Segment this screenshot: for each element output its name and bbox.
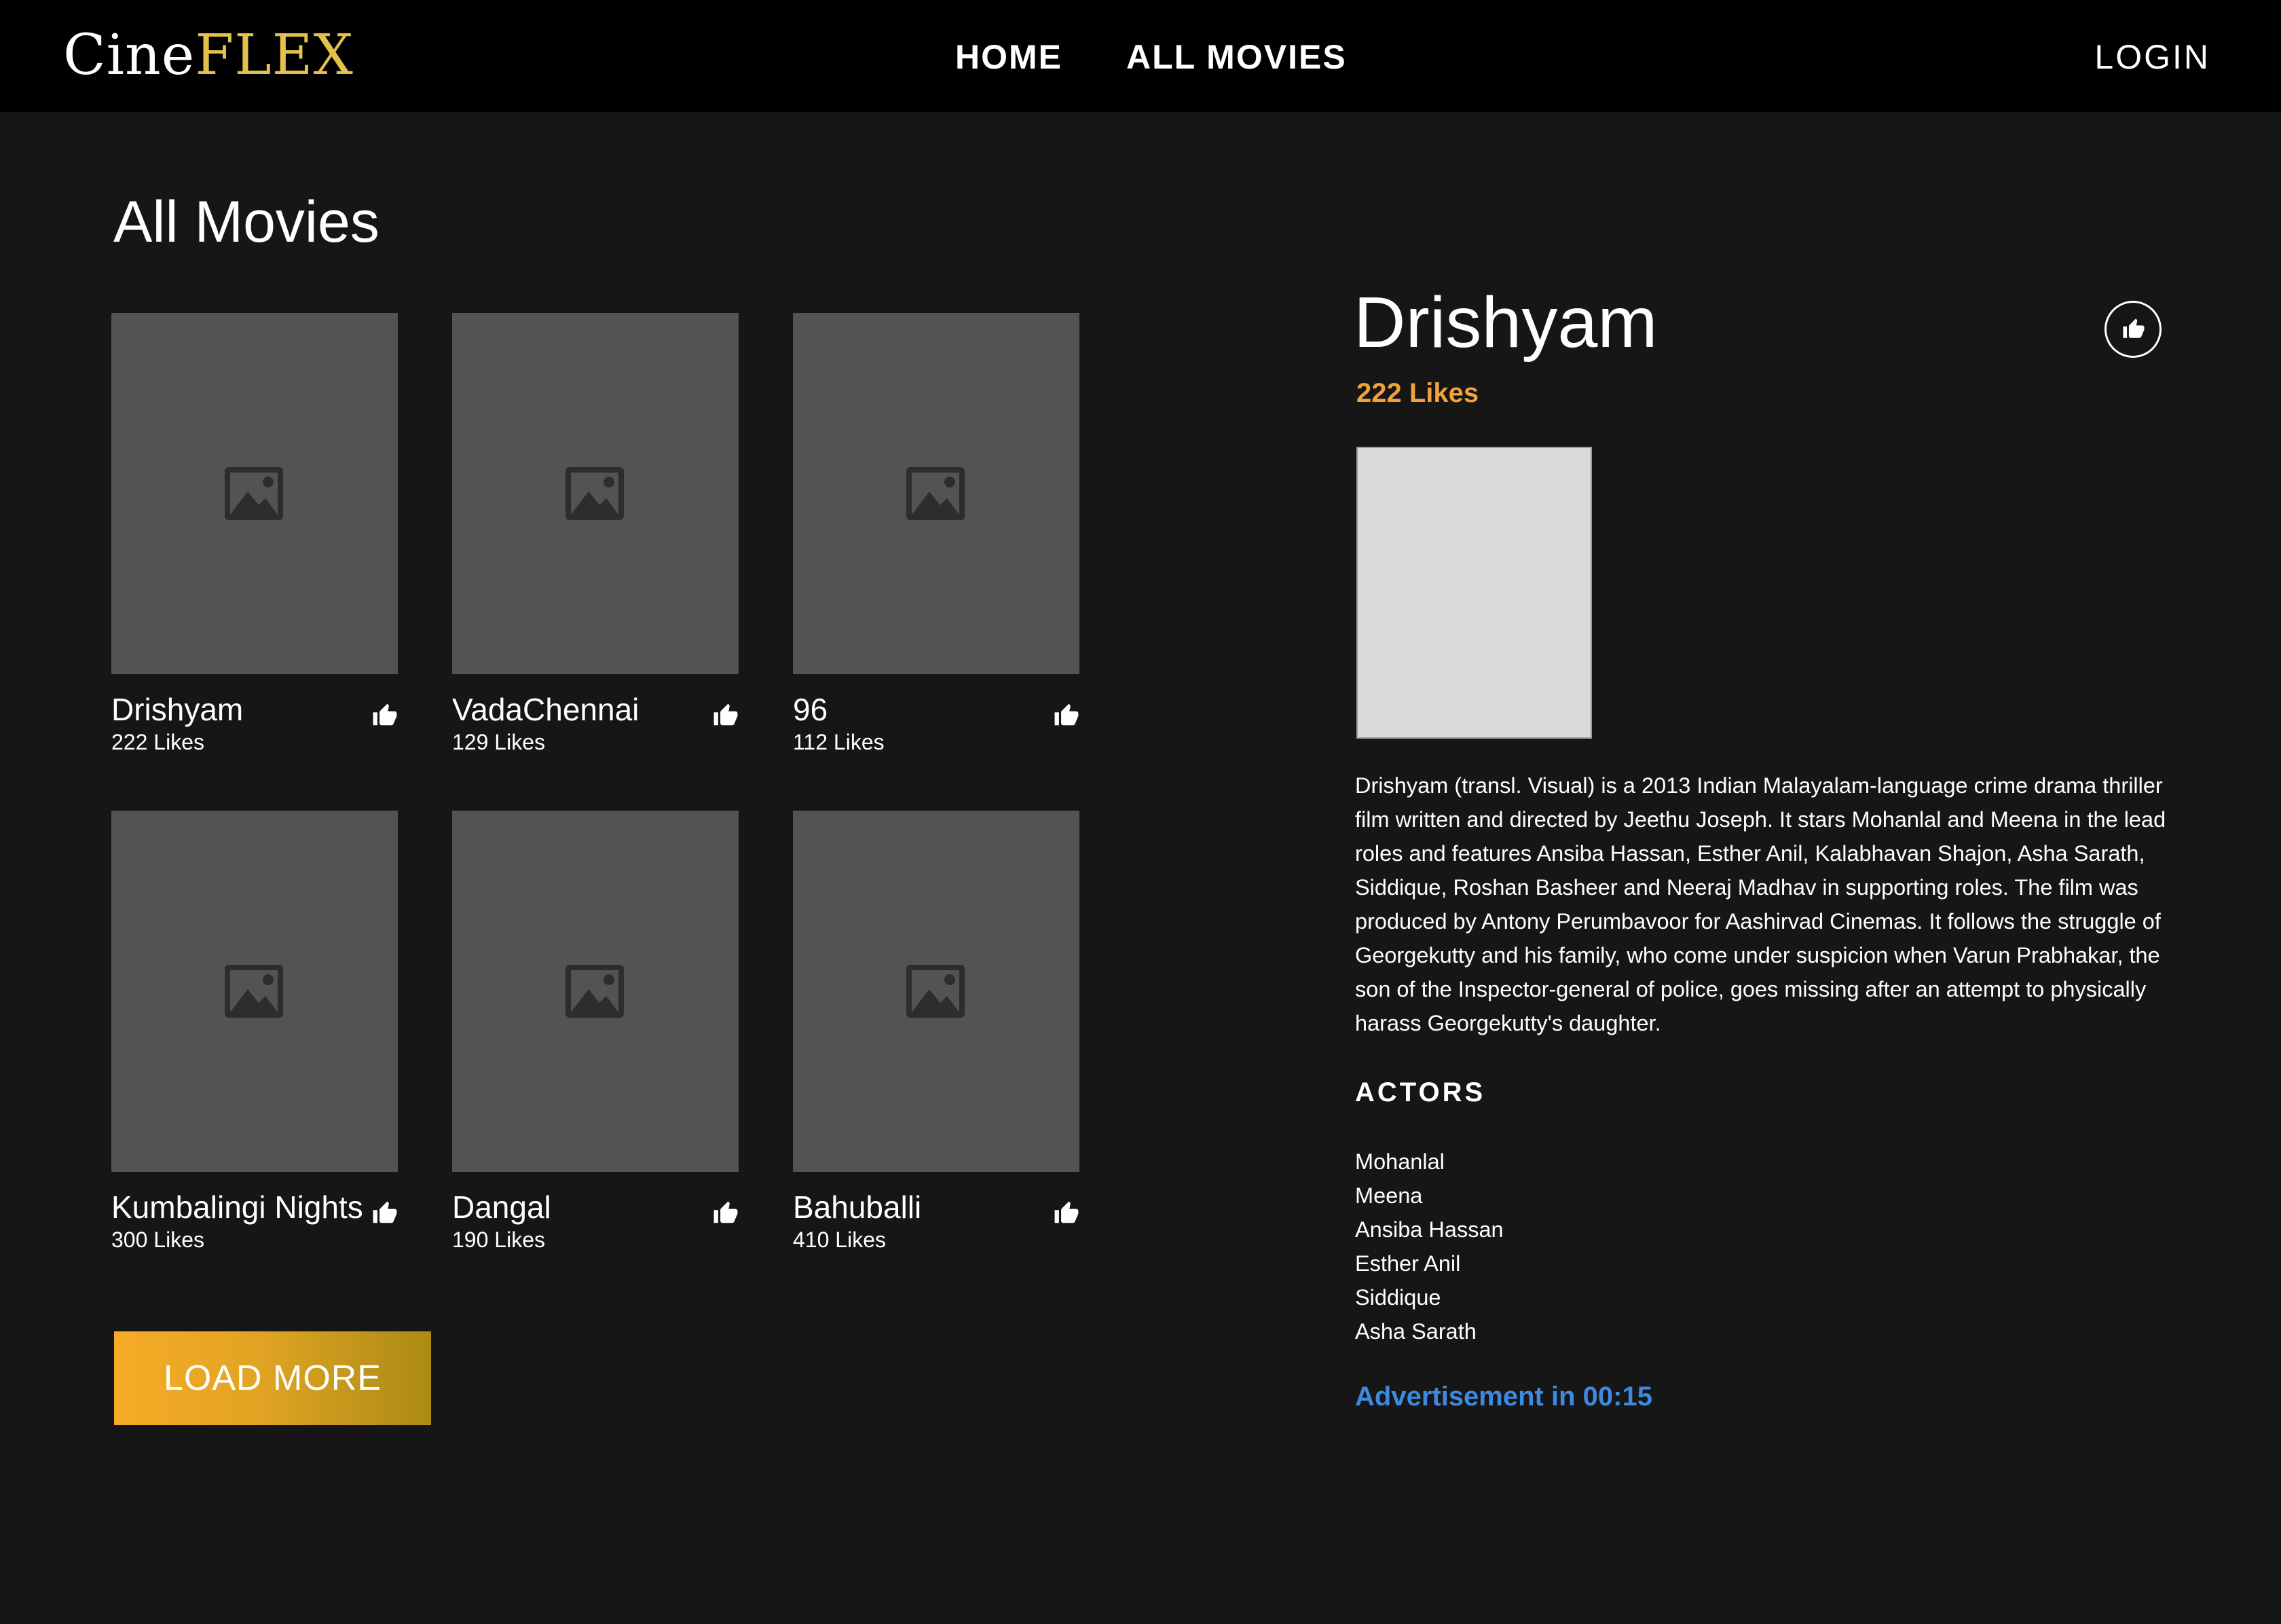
movie-poster[interactable]: [111, 811, 398, 1172]
movie-poster[interactable]: [111, 313, 398, 674]
actor-item: Mohanlal: [1355, 1149, 1445, 1174]
thumbs-up-icon[interactable]: [372, 703, 398, 728]
actor-item: Ansiba Hassan: [1355, 1217, 1504, 1242]
movie-card[interactable]: 96 112 Likes: [793, 313, 1079, 756]
nav-home-link[interactable]: HOME: [955, 37, 1062, 77]
thumbs-up-icon[interactable]: [1054, 1200, 1079, 1226]
nav-login-link[interactable]: LOGIN: [2094, 37, 2210, 77]
nav-all-movies-link[interactable]: ALL MOVIES: [1126, 37, 1347, 77]
actors-list: Mohanlal Meena Ansiba Hassan Esther Anil…: [1355, 1145, 1504, 1348]
movie-grid: Drishyam 222 Likes VadaChennai 129 Likes…: [111, 313, 1079, 1254]
thumbs-up-icon[interactable]: [713, 1200, 739, 1226]
actor-item: Asha Sarath: [1355, 1319, 1477, 1344]
thumbs-up-icon[interactable]: [372, 1200, 398, 1226]
page-title: All Movies: [113, 189, 379, 255]
movie-title: Kumbalingi Nights: [111, 1189, 363, 1225]
movie-card[interactable]: Kumbalingi Nights 300 Likes: [111, 811, 398, 1254]
thumbs-up-icon: [2123, 318, 2145, 338]
movie-title: Drishyam: [111, 692, 244, 727]
image-placeholder-icon: [225, 467, 283, 520]
logo-text-flex: FLEX: [195, 23, 354, 88]
detail-like-button[interactable]: [2104, 301, 2162, 358]
image-placeholder-icon: [225, 965, 283, 1018]
image-placeholder-icon: [906, 467, 965, 520]
navbar: CineFLEX HOME ALL MOVIES LOGIN: [0, 0, 2281, 112]
actor-item: Siddique: [1355, 1285, 1441, 1310]
image-placeholder-icon: [565, 467, 624, 520]
image-placeholder-icon: [906, 965, 965, 1018]
movie-poster[interactable]: [452, 313, 739, 674]
movie-card[interactable]: VadaChennai 129 Likes: [452, 313, 739, 756]
thumbs-up-icon[interactable]: [713, 703, 739, 728]
movie-title: Bahuballi: [793, 1189, 922, 1225]
movie-poster[interactable]: [793, 313, 1079, 674]
movie-poster[interactable]: [452, 811, 739, 1172]
movie-likes: 129 Likes: [452, 730, 545, 754]
actor-item: Esther Anil: [1355, 1251, 1461, 1276]
movie-title: VadaChennai: [452, 692, 639, 727]
movie-likes: 190 Likes: [452, 1228, 545, 1252]
movie-likes: 300 Likes: [111, 1228, 204, 1252]
thumbs-up-icon[interactable]: [1054, 703, 1079, 728]
actor-item: Meena: [1355, 1183, 1423, 1208]
movie-card[interactable]: Dangal 190 Likes: [452, 811, 739, 1254]
image-placeholder-icon: [565, 965, 624, 1018]
movie-card[interactable]: Drishyam 222 Likes: [111, 313, 398, 756]
movie-title: 96: [793, 692, 828, 727]
movie-likes: 222 Likes: [111, 730, 204, 754]
detail-likes-count: 222 Likes: [1356, 378, 1479, 408]
movie-description: Drishyam (transl. Visual) is a 2013 Indi…: [1355, 773, 2166, 1035]
movie-likes: 112 Likes: [793, 730, 885, 754]
movie-title: Dangal: [452, 1189, 551, 1225]
advertisement-countdown: Advertisement in 00:15: [1355, 1382, 1652, 1411]
detail-poster-image: [1356, 447, 1592, 739]
load-more-button[interactable]: LOAD MORE: [114, 1331, 431, 1425]
detail-title: Drishyam: [1354, 282, 1658, 363]
movie-poster[interactable]: [793, 811, 1079, 1172]
movie-likes: 410 Likes: [793, 1228, 886, 1252]
logo-text-cine: Cine: [63, 23, 196, 88]
movie-card[interactable]: Bahuballi 410 Likes: [793, 811, 1079, 1254]
logo[interactable]: CineFLEX: [63, 24, 354, 87]
actors-heading: ACTORS: [1355, 1077, 1486, 1107]
